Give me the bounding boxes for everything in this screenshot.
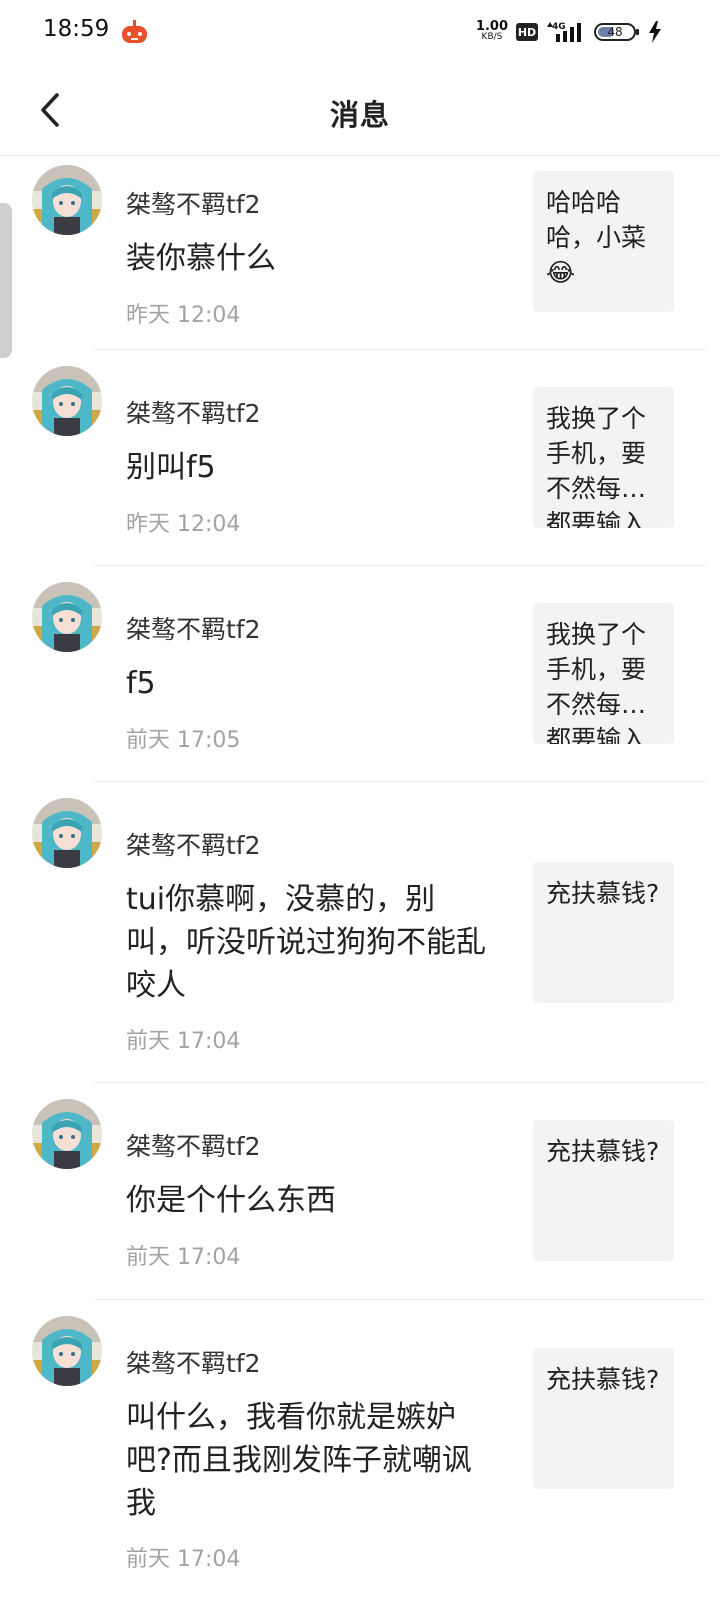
status-icons: 1.00 KB/S HD 4G 48 <box>476 16 662 48</box>
header: 消息 <box>0 64 720 156</box>
avatar[interactable] <box>32 1099 102 1169</box>
page-title: 消息 <box>329 98 390 132</box>
message-item[interactable]: 桀骜不羁tf2 别叫f5 昨天 12:04 我换了个手机，要不然每次都要输入验证… <box>0 350 720 566</box>
quoted-comment[interactable]: 充扶慕钱? <box>533 1348 674 1489</box>
quoted-comment[interactable]: 充扶慕钱? <box>533 1120 674 1261</box>
net-speed: 1.00 KB/S <box>475 19 508 42</box>
battery-indicator: 48 <box>594 22 640 42</box>
avatar[interactable] <box>32 165 102 235</box>
timestamp: 前天 17:04 <box>126 1029 241 1054</box>
comment-text: 别叫f5 <box>126 450 216 485</box>
avatar-image <box>32 1099 102 1169</box>
avatar-image <box>32 1316 102 1386</box>
net-speed-value: 1.00 <box>475 19 508 34</box>
timestamp: 前天 17:04 <box>126 1547 241 1572</box>
message-item[interactable]: 桀骜不羁tf2 f5 前天 17:05 我换了个手机，要不然每次都要输入验证码 <box>0 566 720 782</box>
quoted-comment[interactable]: 哈哈哈哈，小菜😂 <box>533 171 674 312</box>
username[interactable]: 桀骜不羁tf2 <box>126 394 261 430</box>
comment-text: f5 <box>126 666 156 701</box>
avatar[interactable] <box>32 582 102 652</box>
username[interactable]: 桀骜不羁tf2 <box>126 1344 261 1380</box>
timestamp: 前天 17:05 <box>126 728 241 753</box>
avatar-image <box>32 165 102 235</box>
username[interactable]: 桀骜不羁tf2 <box>126 610 261 646</box>
avatar-image <box>32 366 102 436</box>
avatar-image <box>32 798 102 868</box>
username[interactable]: 桀骜不羁tf2 <box>126 826 261 862</box>
comment-text: 装你慕什么 <box>126 241 276 276</box>
avatar[interactable] <box>32 366 102 436</box>
quoted-comment[interactable]: 我换了个手机，要不然每次都要输入验证码 <box>533 387 674 528</box>
charging-icon <box>649 21 661 43</box>
quoted-comment[interactable]: 我换了个手机，要不然每次都要输入验证码 <box>533 603 674 744</box>
avatar[interactable] <box>32 798 102 868</box>
battery-level: 48 <box>607 25 623 39</box>
quoted-comment[interactable]: 充扶慕钱? <box>533 862 674 1003</box>
timestamp: 昨天 12:04 <box>126 512 241 537</box>
username[interactable]: 桀骜不羁tf2 <box>126 185 261 221</box>
comment-text: 你是个什么东西 <box>126 1183 336 1218</box>
timestamp: 昨天 12:04 <box>126 303 241 328</box>
hd-badge: HD <box>516 23 538 41</box>
status-bar: 18:59 1.00 KB/S HD 4G 48 <box>0 0 720 64</box>
message-item[interactable]: 桀骜不羁tf2 装你慕什么 昨天 12:04 哈哈哈哈，小菜😂 <box>0 157 720 350</box>
timestamp: 前天 17:04 <box>126 1245 241 1270</box>
net-speed-unit: KB/S <box>481 32 503 42</box>
avatar[interactable] <box>32 1316 102 1386</box>
message-item[interactable]: 桀骜不羁tf2 叫什么，我看你就是嫉妒吧?而且我刚发阵子就嘲讽我 前天 17:0… <box>0 1300 720 1600</box>
avatar-image <box>32 582 102 652</box>
username[interactable]: 桀骜不羁tf2 <box>126 1127 261 1163</box>
signal-4g-icon: 4G <box>547 22 581 42</box>
status-time: 18:59 <box>43 16 110 42</box>
message-item[interactable]: 桀骜不羁tf2 tui你慕啊，没慕的，别叫，听没听说过狗狗不能乱咬人 前天 17… <box>0 782 720 1083</box>
message-list: 桀骜不羁tf2 装你慕什么 昨天 12:04 哈哈哈哈，小菜😂 桀骜不羁tf2 … <box>0 157 720 1600</box>
message-item[interactable]: 桀骜不羁tf2 你是个什么东西 前天 17:04 充扶慕钱? <box>0 1083 720 1300</box>
comment-text: tui你慕啊，没慕的，别叫，听没听说过狗狗不能乱咬人 <box>126 882 486 1003</box>
app-notification-icon <box>122 20 147 43</box>
comment-text: 叫什么，我看你就是嫉妒吧?而且我刚发阵子就嘲讽我 <box>126 1400 472 1521</box>
network-label: 4G <box>552 22 566 32</box>
